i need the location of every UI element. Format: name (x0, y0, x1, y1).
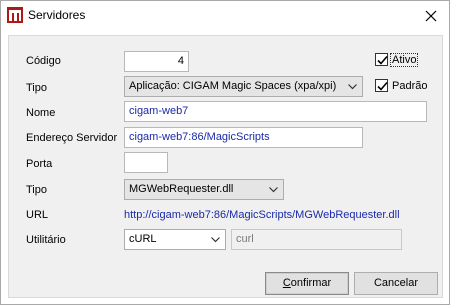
tipo-req-label: Tipo (26, 184, 47, 196)
url-value: http://cigam-web7:86/MagicScripts/MGWebR… (124, 209, 400, 221)
tipo-app-value: Aplicação: CIGAM Magic Spaces (xpa/xpi) (129, 80, 337, 92)
nome-input[interactable]: cigam-web7 (124, 101, 427, 122)
chevron-down-icon (269, 187, 278, 193)
window-title: Servidores (28, 8, 86, 22)
title-bar: Servidores (1, 1, 449, 30)
cancel-button[interactable]: Cancelar (354, 272, 438, 295)
confirm-label-rest: onfirmar (290, 277, 332, 289)
padrao-label: Padrão (392, 80, 428, 92)
porta-input[interactable] (124, 152, 168, 173)
codigo-input[interactable]: 4 (124, 51, 189, 72)
app-logo-icon (7, 7, 23, 23)
nome-label: Nome (26, 107, 56, 119)
chevron-down-icon (211, 237, 220, 243)
check-icon (377, 55, 388, 65)
endereco-label: Endereço Servidor (26, 132, 118, 144)
url-label: URL (26, 209, 49, 221)
tipo-app-select[interactable]: Aplicação: CIGAM Magic Spaces (xpa/xpi) (124, 76, 363, 97)
utilitario-select[interactable]: cURL (124, 229, 226, 250)
codigo-label: Código (26, 55, 61, 67)
ativo-checkbox[interactable] (375, 53, 388, 66)
utilitario-label: Utilitário (26, 234, 66, 246)
confirm-button[interactable]: Confirmar (265, 272, 349, 295)
padrao-checkbox[interactable] (375, 79, 388, 92)
endereco-input[interactable]: cigam-web7:86/MagicScripts (124, 127, 363, 148)
utilitario-value: cURL (129, 233, 157, 245)
close-button[interactable] (417, 7, 445, 25)
ativo-label: Ativo (390, 53, 419, 67)
chevron-down-icon (348, 84, 357, 90)
form-panel: Código 4 Ativo Tipo Aplicação: CIGAM Mag… (8, 35, 443, 298)
tipo-app-label: Tipo (26, 82, 47, 94)
check-icon (377, 81, 388, 91)
utilitario-extra-input[interactable]: curl (231, 229, 402, 250)
tipo-req-value: MGWebRequester.dll (129, 183, 234, 195)
servidores-dialog: Servidores Código 4 Ativo Tipo Aplicação… (0, 0, 450, 305)
confirm-accel: C (282, 277, 291, 289)
tipo-req-select[interactable]: MGWebRequester.dll (124, 179, 284, 200)
close-icon (425, 10, 437, 22)
porta-label: Porta (26, 158, 53, 170)
